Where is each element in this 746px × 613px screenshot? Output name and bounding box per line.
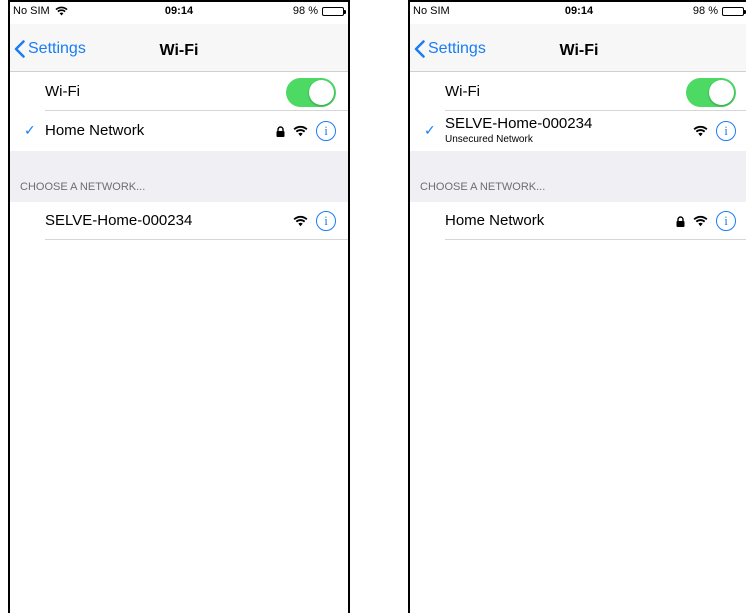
- status-bar: No SIM 09:14 98 %: [10, 2, 348, 24]
- navigation-bar: Settings Wi-Fi: [10, 24, 348, 72]
- section-group-background: CHOOSE A NETWORK...: [410, 151, 746, 202]
- info-icon[interactable]: i: [316, 211, 336, 231]
- network-security-subtitle: Unsecured Network: [445, 134, 533, 145]
- chevron-left-icon: [14, 40, 25, 58]
- network-row[interactable]: SELVE-Home-000234 i: [10, 202, 348, 240]
- checkmark-icon: ✓: [24, 122, 36, 138]
- back-button[interactable]: Settings: [414, 40, 486, 58]
- lock-icon: [276, 125, 285, 137]
- info-icon[interactable]: i: [316, 121, 336, 141]
- network-row[interactable]: Home Network i: [410, 202, 746, 240]
- battery-indicator: 98 %: [692, 5, 746, 17]
- wifi-label: Wi-Fi: [45, 83, 80, 100]
- lock-icon: [676, 215, 685, 227]
- connected-network-row[interactable]: ✓ SELVE-Home-000234 Unsecured Network i: [410, 111, 746, 151]
- network-name: SELVE-Home-000234: [445, 115, 593, 132]
- section-header: CHOOSE A NETWORK...: [20, 181, 146, 193]
- back-label: Settings: [28, 40, 86, 57]
- connected-network-row[interactable]: ✓ Home Network i: [10, 111, 348, 151]
- back-label: Settings: [428, 40, 486, 57]
- wifi-signal-icon: [693, 215, 708, 227]
- wifi-toggle-row: Wi-Fi: [410, 73, 746, 111]
- battery-icon: [322, 6, 346, 16]
- wifi-label: Wi-Fi: [445, 83, 480, 100]
- battery-indicator: 98 %: [292, 5, 346, 17]
- wifi-toggle[interactable]: [286, 78, 336, 107]
- back-button[interactable]: Settings: [14, 40, 86, 58]
- section-header: CHOOSE A NETWORK...: [420, 181, 546, 193]
- info-icon[interactable]: i: [716, 121, 736, 141]
- checkmark-icon: ✓: [424, 122, 436, 138]
- battery-icon: [722, 6, 746, 16]
- info-icon[interactable]: i: [716, 211, 736, 231]
- phone-screen-left: No SIM 09:14 98 % Settings Wi-Fi Wi-Fi ✓: [8, 0, 350, 613]
- network-name: Home Network: [45, 122, 145, 139]
- section-group-background: CHOOSE A NETWORK...: [10, 151, 348, 202]
- status-bar: No SIM 09:14 98 %: [410, 2, 746, 24]
- wifi-toggle-row: Wi-Fi: [10, 73, 348, 111]
- network-name: SELVE-Home-000234: [45, 212, 193, 229]
- chevron-left-icon: [414, 40, 425, 58]
- network-name: Home Network: [445, 212, 545, 229]
- phone-screen-right: No SIM 09:14 98 % Settings Wi-Fi Wi-Fi ✓…: [408, 0, 746, 613]
- wifi-toggle[interactable]: [686, 78, 736, 107]
- battery-percent: 98 %: [292, 5, 318, 17]
- wifi-signal-icon: [693, 125, 708, 137]
- wifi-signal-icon: [293, 125, 308, 137]
- battery-percent: 98 %: [692, 5, 718, 17]
- wifi-signal-icon: [293, 215, 308, 227]
- navigation-bar: Settings Wi-Fi: [410, 24, 746, 72]
